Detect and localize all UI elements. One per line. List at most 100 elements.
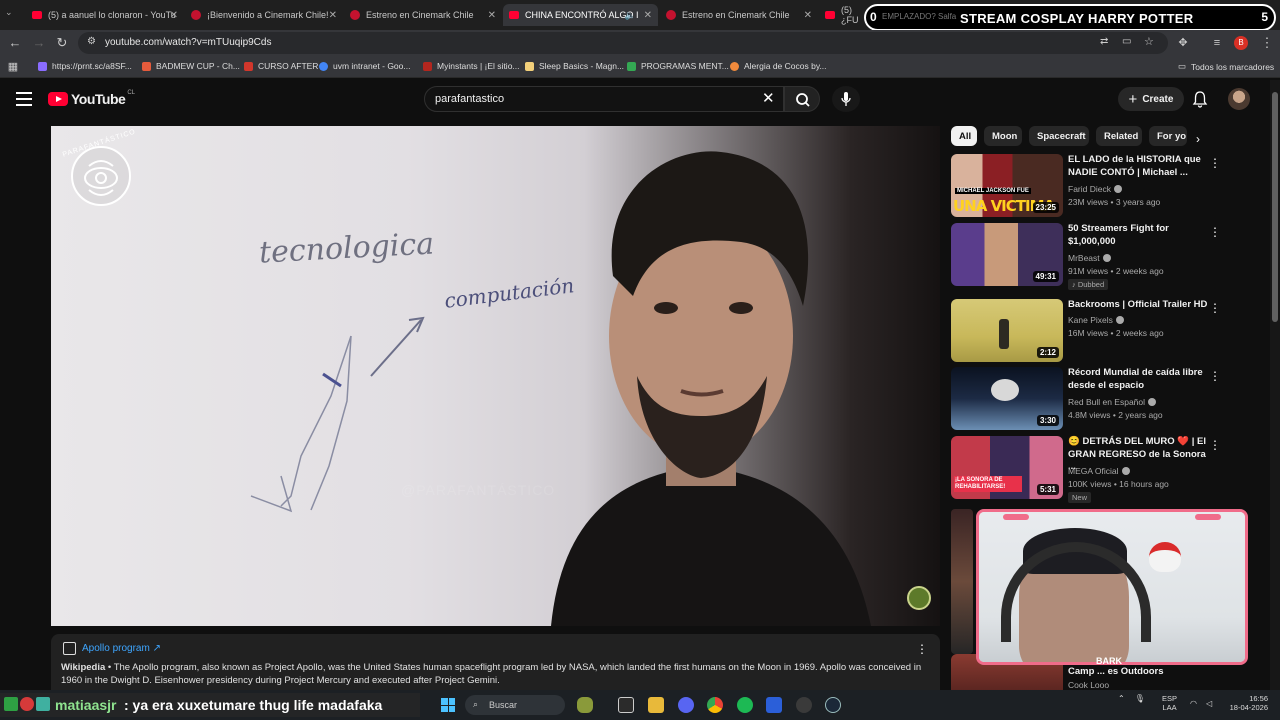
back-icon[interactable]: ← bbox=[6, 34, 24, 52]
search-button[interactable] bbox=[784, 86, 820, 112]
address-bar[interactable]: ⚙ youtube.com/watch?v=mTUuqip9Cds ⇄ ▭ ☆ bbox=[78, 32, 1168, 54]
chip-spacecraft[interactable]: Spacecraft bbox=[1029, 126, 1089, 146]
url-text[interactable]: youtube.com/watch?v=mTUuqip9Cds bbox=[105, 37, 271, 48]
video-title[interactable]: Camp ... es Outdoors bbox=[1068, 666, 1164, 677]
channel-name[interactable]: Farid Dieck bbox=[1068, 184, 1122, 194]
taskbar-clock[interactable]: 16:56 18-04-2026 bbox=[1226, 694, 1268, 712]
system-tray[interactable]: ⌃ 🎙 bbox=[1118, 694, 1145, 703]
video-title[interactable]: EL LADO de la HISTORIA que NADIE CONTÓ |… bbox=[1068, 154, 1208, 179]
file-explorer-icon[interactable] bbox=[648, 697, 664, 713]
speaker-icon[interactable]: 🔈 bbox=[625, 10, 636, 21]
video-thumbnail[interactable]: 3:30 bbox=[951, 367, 1063, 430]
info-panel-kebab-icon[interactable]: ⋮ bbox=[916, 642, 928, 656]
channel-name[interactable]: MrBeast bbox=[1068, 253, 1111, 263]
obs-icon[interactable] bbox=[796, 697, 812, 713]
close-tab-icon[interactable]: ✕ bbox=[804, 10, 812, 21]
tab-search-chevron-icon[interactable]: ⌄ bbox=[5, 7, 19, 21]
close-tab-icon[interactable]: ✕ bbox=[488, 10, 496, 21]
language-indicator[interactable]: ESP LAA bbox=[1162, 694, 1177, 712]
chip-all[interactable]: All bbox=[951, 126, 977, 146]
more-actions-icon[interactable]: ⋮ bbox=[1209, 301, 1221, 315]
account-avatar[interactable] bbox=[1228, 88, 1250, 110]
discord-icon[interactable] bbox=[678, 697, 694, 713]
cast-icon[interactable]: ▭ bbox=[1122, 36, 1131, 47]
chevron-up-icon[interactable]: ⌃ bbox=[1118, 694, 1125, 703]
channel-name[interactable]: Red Bull en Español bbox=[1068, 397, 1157, 407]
recommendation-item[interactable]: 2:12 Backrooms | Official Trailer HD Kan… bbox=[951, 299, 1251, 363]
reading-list-icon[interactable]: ≡ bbox=[1208, 34, 1226, 52]
forward-icon[interactable]: → bbox=[30, 34, 48, 52]
chip-related[interactable]: Related bbox=[1096, 126, 1142, 146]
browser-tab[interactable]: (5) a aanuel lo clonaron - YouTu ✕ bbox=[26, 4, 184, 26]
channel-name[interactable]: MEGA Oficial bbox=[1068, 466, 1130, 476]
reload-icon[interactable]: ↻ bbox=[53, 34, 71, 52]
youtube-logo[interactable]: YouTube CL bbox=[48, 90, 135, 107]
spotify-icon[interactable] bbox=[737, 697, 753, 713]
video-thumbnail[interactable]: MICHAEL JACKSON FUE UNA VICTIMA 23:25 bbox=[951, 154, 1063, 217]
recommendation-item[interactable]: 49:31 50 Streamers Fight for $1,000,000 … bbox=[951, 223, 1251, 290]
recommendation-item[interactable]: MICHAEL JACKSON FUE UNA VICTIMA 23:25 EL… bbox=[951, 154, 1251, 218]
network-icon[interactable]: ◠ bbox=[1190, 699, 1197, 708]
search-box[interactable] bbox=[424, 86, 784, 112]
close-tab-icon[interactable]: ✕ bbox=[329, 10, 337, 21]
channel-badge-icon[interactable] bbox=[907, 586, 931, 610]
notifications-bell-icon[interactable] bbox=[1192, 90, 1208, 108]
recommendation-item[interactable]: 3:30 Récord Mundial de caída libre desde… bbox=[951, 367, 1251, 431]
more-actions-icon[interactable]: ⋮ bbox=[1209, 225, 1221, 239]
chip-for-you[interactable]: For yo bbox=[1149, 126, 1187, 146]
browser-tab[interactable]: (5) ¿FU bbox=[819, 4, 869, 26]
menu-kebab-icon[interactable]: ⋮ bbox=[1258, 34, 1276, 52]
video-player[interactable]: PARAFANTÁSTICO tecnologica computación @… bbox=[51, 126, 940, 626]
bookmark-item[interactable]: PROGRAMAS MENT... bbox=[627, 61, 729, 71]
profile-avatar[interactable]: B bbox=[1234, 36, 1248, 50]
hamburger-menu-icon[interactable] bbox=[16, 92, 32, 106]
bookmark-item[interactable]: uvm intranet - Goo... bbox=[319, 61, 410, 71]
bookmark-item[interactable]: Sleep Basics - Magn... bbox=[525, 61, 624, 71]
browser-tab-active[interactable]: CHINA ENCONTRÓ ALGO I 🔈 ✕ bbox=[503, 4, 658, 26]
widget-thumbnail-icon[interactable] bbox=[577, 697, 593, 713]
close-tab-icon[interactable]: ✕ bbox=[170, 10, 178, 21]
microphone-icon[interactable]: 🎙 bbox=[1135, 694, 1145, 703]
channel-watermark-logo[interactable] bbox=[71, 146, 131, 206]
clear-search-icon[interactable]: ✕ bbox=[762, 89, 775, 107]
chrome-icon[interactable] bbox=[707, 697, 723, 713]
bookmark-item[interactable]: CURSO AFTER bbox=[244, 61, 318, 71]
extensions-icon[interactable]: ✥ bbox=[1174, 34, 1192, 52]
search-input[interactable] bbox=[435, 93, 755, 105]
page-scrollbar[interactable] bbox=[1270, 80, 1280, 690]
info-panel-title-link[interactable]: Apollo program ↗ bbox=[82, 643, 161, 654]
video-title[interactable]: Récord Mundial de caída libre desde el e… bbox=[1068, 367, 1208, 392]
more-actions-icon[interactable]: ⋮ bbox=[1209, 369, 1221, 383]
browser-tab[interactable]: Estreno en Cinemark Chile ✕ bbox=[660, 4, 818, 26]
obscured-thumbnail-strip[interactable] bbox=[951, 509, 973, 654]
video-title[interactable]: 50 Streamers Fight for $1,000,000 bbox=[1068, 223, 1208, 248]
video-title[interactable]: Backrooms | Official Trailer HD bbox=[1068, 299, 1208, 312]
translate-icon[interactable]: ⇄ bbox=[1100, 36, 1108, 47]
windows-start-icon[interactable] bbox=[441, 698, 455, 712]
chip-moon[interactable]: Moon bbox=[984, 126, 1022, 146]
scrollbar-thumb[interactable] bbox=[1272, 92, 1278, 322]
channel-name[interactable]: Kane Pixels bbox=[1068, 315, 1124, 325]
video-thumbnail[interactable]: 49:31 bbox=[951, 223, 1063, 286]
close-tab-icon[interactable]: ✕ bbox=[644, 10, 652, 21]
app-icon[interactable] bbox=[766, 697, 782, 713]
recommendation-item[interactable]: ¡LA SONORA DE REHABILITARSE! 5:31 😊 DETR… bbox=[951, 436, 1251, 503]
create-button[interactable]: + Create bbox=[1118, 87, 1184, 111]
bookmark-item[interactable]: https://prnt.sc/a8SF... bbox=[38, 61, 132, 71]
bookmark-star-icon[interactable]: ☆ bbox=[1144, 35, 1154, 48]
browser-tab[interactable]: ¡Bienvenido a Cinemark Chile! ✕ bbox=[185, 4, 343, 26]
chevron-right-icon[interactable]: › bbox=[1196, 132, 1200, 146]
bookmark-item[interactable]: Alergia de Cocos by... bbox=[730, 61, 827, 71]
more-actions-icon[interactable]: ⋮ bbox=[1209, 438, 1221, 452]
video-thumbnail[interactable]: ¡LA SONORA DE REHABILITARSE! 5:31 bbox=[951, 436, 1063, 499]
taskbar-search[interactable]: ⌕ Buscar bbox=[465, 695, 565, 715]
voice-search-button[interactable] bbox=[832, 86, 860, 112]
steam-icon[interactable] bbox=[825, 697, 841, 713]
bookmark-item[interactable]: BADMEW CUP - Ch... bbox=[142, 61, 240, 71]
apps-grid-icon[interactable]: ▦ bbox=[4, 58, 22, 76]
channel-name[interactable]: Cook Looo bbox=[1068, 680, 1109, 690]
bookmark-item[interactable]: Myinstants | ¡El sitio... bbox=[423, 61, 520, 71]
all-bookmarks-folder[interactable]: ▭ Todos los marcadores bbox=[1178, 61, 1274, 72]
volume-icon[interactable]: ◁ bbox=[1206, 699, 1212, 708]
more-actions-icon[interactable]: ⋮ bbox=[1209, 156, 1221, 170]
